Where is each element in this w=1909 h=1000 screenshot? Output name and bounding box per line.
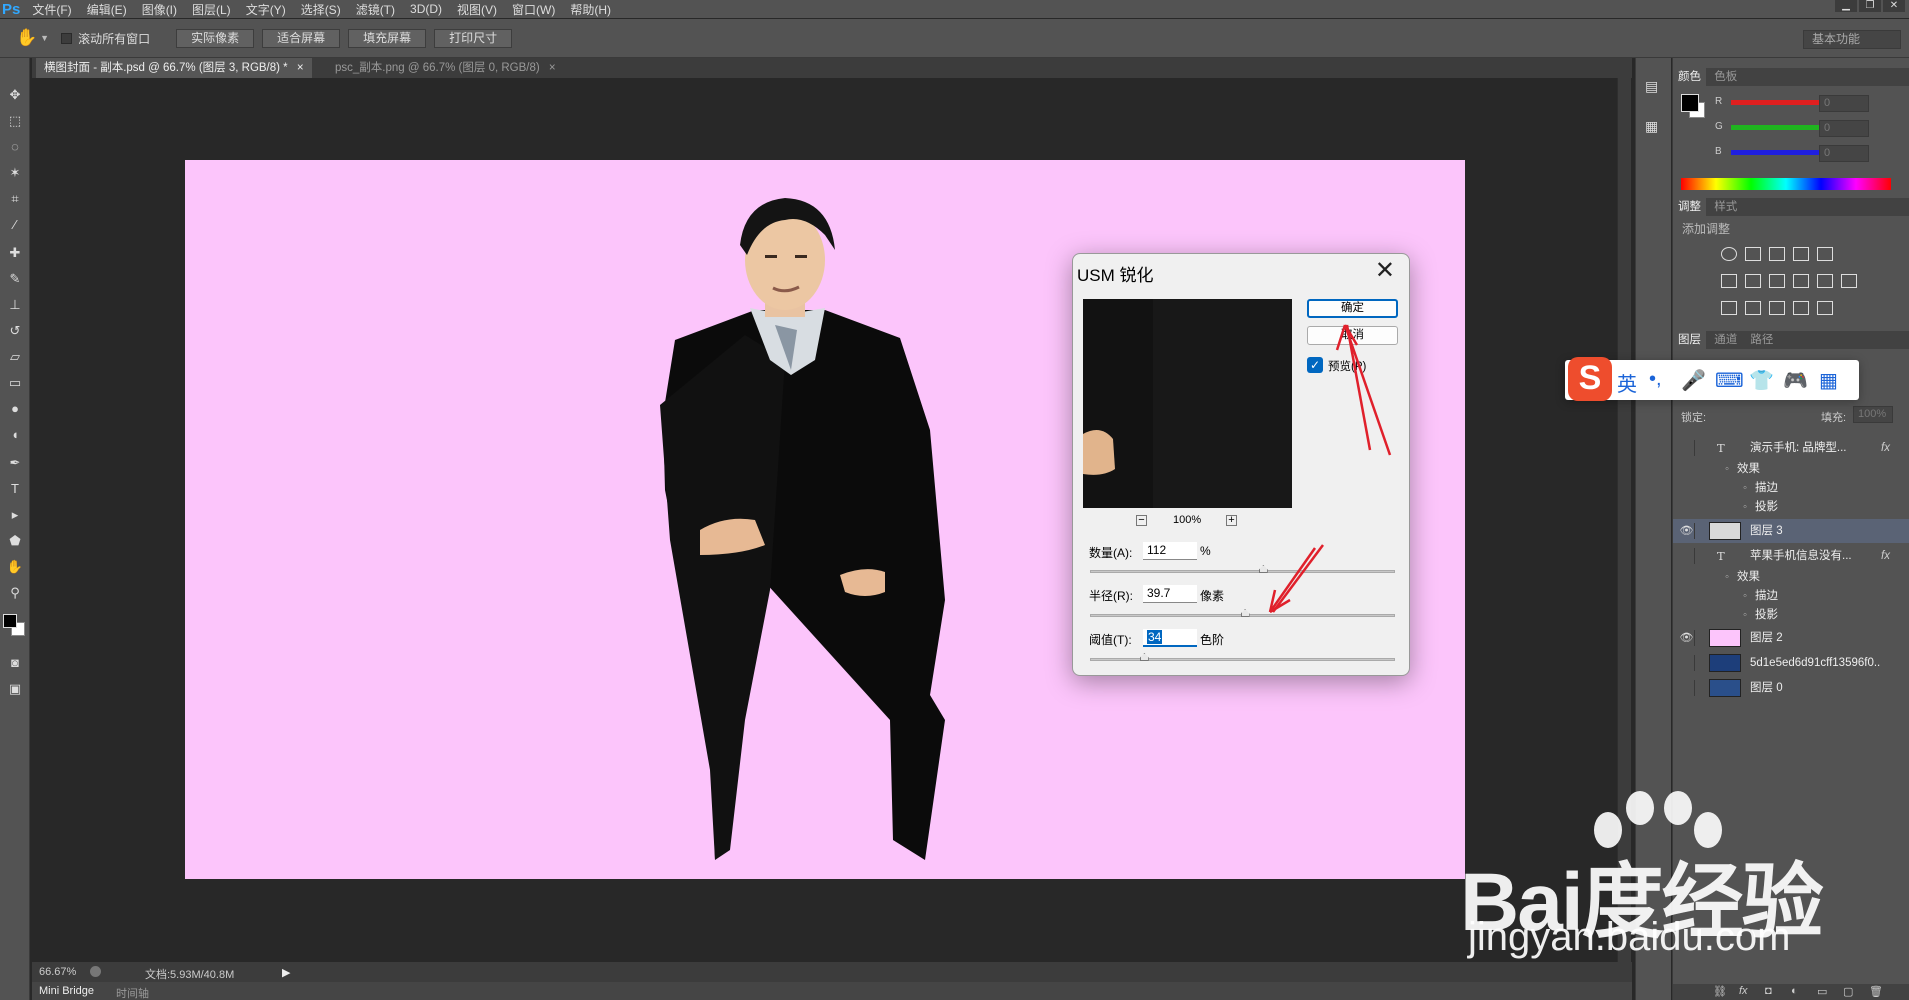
ime-punctuation-icon[interactable]: •, (1649, 368, 1662, 391)
ime-game-icon[interactable]: 🎮 (1783, 368, 1808, 393)
ime-language-toggle[interactable]: 英 (1617, 368, 1637, 397)
ime-keyboard-icon[interactable]: ⌨ (1715, 368, 1744, 393)
baidu-jingyan-watermark: Bai度经验 jingyan.baidu.com (1460, 790, 1890, 980)
ime-toolbox-icon[interactable]: ▦ (1819, 368, 1838, 393)
watermark-url: jingyan.baidu.com (1468, 915, 1791, 959)
sogou-logo-icon[interactable]: S (1568, 357, 1612, 401)
ime-voice-icon[interactable]: 🎤 (1681, 368, 1706, 393)
arrow-to-ok-head (1335, 324, 1359, 351)
ime-skin-icon[interactable]: 👕 (1749, 368, 1774, 393)
arrow-to-radius-shaft-2 (1268, 547, 1317, 613)
arrow-to-radius-shaft (1271, 544, 1325, 613)
ime-toolbar: S 英 •, 🎤 ⌨ 👕 🎮 ▦ (1565, 357, 1859, 401)
